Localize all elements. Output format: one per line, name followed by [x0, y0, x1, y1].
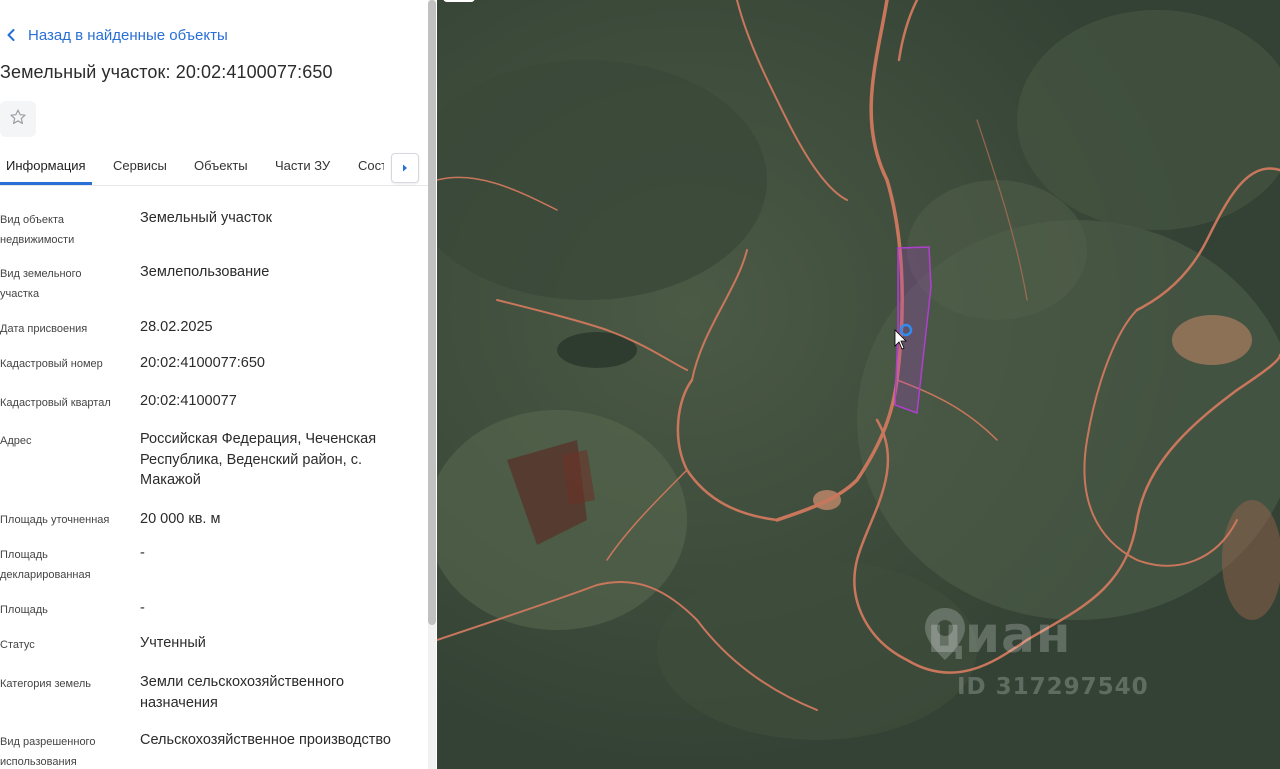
property-value: - — [140, 600, 145, 616]
tabs-scroll-right-button[interactable] — [391, 153, 419, 183]
property-label: Площадь декларированная — [0, 549, 91, 581]
property-label: Площадь — [0, 604, 48, 616]
property-value: - — [140, 545, 145, 561]
property-value: Учтенный — [140, 635, 206, 651]
map-control-button[interactable] — [443, 0, 475, 2]
property-value: Земельный участок — [140, 210, 272, 226]
property-value: 20 000 кв. м — [140, 511, 221, 527]
tab-services[interactable]: Сервисы — [113, 158, 167, 173]
tab-bar: Информация Сервисы Объекты Части ЗУ Сост… — [0, 148, 428, 186]
property-label: Вид земельного участка — [0, 268, 82, 300]
back-link-label: Назад в найденные объекты — [28, 26, 228, 44]
satellite-map[interactable]: циан ID 317297540 — [437, 0, 1280, 769]
panel-scrollbar[interactable] — [428, 0, 436, 769]
property-value: Сельскохозяйственное производство — [140, 732, 391, 748]
property-value: Земли сельскохозяйственного назначения — [140, 674, 345, 711]
property-label: Статус — [0, 639, 35, 651]
property-label: Площадь уточненная — [0, 514, 110, 526]
tab-information[interactable]: Информация — [6, 158, 86, 173]
property-label: Категория земель — [0, 678, 91, 690]
property-value: 28.02.2025 — [140, 319, 213, 335]
property-label: Кадастровый квартал — [0, 397, 111, 409]
active-tab-indicator — [0, 182, 92, 185]
property-label: Адрес — [0, 435, 32, 447]
chevron-left-icon — [4, 25, 18, 45]
property-value: 20:02:4100077:650 — [140, 355, 265, 371]
property-value: Российская Федерация, Чеченская Республи… — [140, 431, 377, 488]
property-value: Землепользование — [140, 264, 270, 280]
property-label: Кадастровый номер — [0, 358, 103, 370]
satellite-imagery — [437, 0, 1280, 769]
tab-objects[interactable]: Объекты — [194, 158, 248, 173]
tab-parts[interactable]: Части ЗУ — [275, 158, 330, 173]
favorite-button[interactable] — [0, 101, 36, 137]
star-icon — [9, 108, 27, 131]
caret-right-icon — [402, 159, 408, 177]
property-label: Вид разрешенного использования — [0, 736, 96, 768]
page-title: Земельный участок: 20:02:4100077:650 — [0, 62, 333, 82]
property-label: Дата присвоения — [0, 323, 88, 335]
back-link[interactable]: Назад в найденные объекты — [4, 25, 228, 45]
property-value: 20:02:4100077 — [140, 393, 237, 409]
property-label: Вид объекта недвижимости — [0, 214, 75, 246]
scrollbar-thumb[interactable] — [428, 0, 436, 625]
info-panel: Назад в найденные объекты Земельный учас… — [0, 0, 428, 769]
